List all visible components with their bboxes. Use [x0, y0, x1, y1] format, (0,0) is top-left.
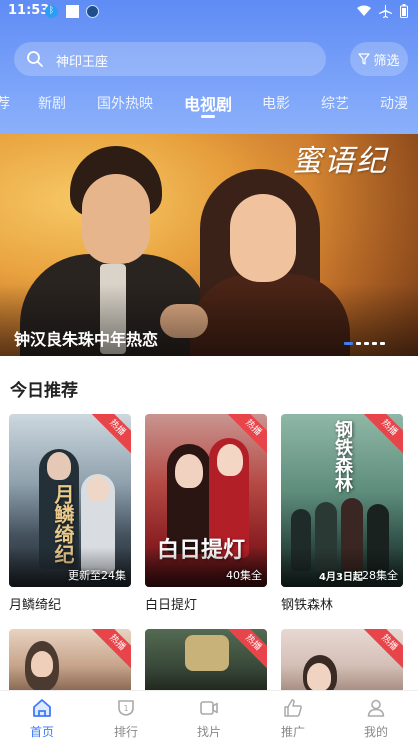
nav-promote[interactable]: 推广 — [251, 691, 335, 743]
banner-caption: 钟汉良朱珠中年热恋 — [14, 330, 159, 349]
ranking-icon: 1 — [118, 700, 134, 716]
nav-label: 排行 — [113, 725, 138, 739]
episode-status: 更新至24集 — [68, 569, 126, 582]
nav-label: 找片 — [196, 725, 221, 739]
nav-profile[interactable]: 我的 — [334, 691, 418, 743]
tab-anime[interactable]: 动漫 — [380, 93, 408, 113]
status-right-icons — [357, 4, 408, 18]
card-title: 月鳞绮纪 — [9, 598, 62, 613]
carousel-dot — [344, 342, 353, 345]
search-input[interactable]: 神印王座 — [14, 42, 326, 76]
poster-image: 热播 — [145, 629, 267, 690]
hot-badge: 热播 — [360, 629, 403, 672]
poster-image: 月鳞绮纪 热播 更新至24集 — [9, 414, 131, 587]
tab-indicator — [201, 115, 215, 118]
filter-label: 筛选 — [373, 53, 400, 69]
header: 11:53 ᛒ 神印王座 筛选 荐 新剧 国外热映 电视剧 电影 综艺 动漫 — [0, 0, 418, 134]
carousel-dots — [344, 342, 385, 345]
hot-badge: 热播 — [88, 629, 131, 672]
tab-foreign[interactable]: 国外热映 — [97, 93, 153, 113]
profile-icon — [367, 699, 385, 717]
search-text: 神印王座 — [56, 55, 109, 70]
poster-image: 白日提灯 热播 40集全 — [145, 414, 267, 587]
banner-carousel[interactable]: 蜜语纪 钟汉良朱珠中年热恋 — [0, 134, 418, 356]
episode-status: 28集全 — [362, 569, 398, 582]
carousel-dot — [372, 342, 377, 345]
battery-icon — [400, 4, 408, 18]
app-icon — [86, 5, 99, 18]
nav-label: 我的 — [363, 725, 388, 739]
filter-button[interactable]: 筛选 — [350, 42, 408, 76]
nav-find[interactable]: 找片 — [167, 691, 251, 743]
square-icon — [66, 5, 79, 18]
hot-badge: 热播 — [224, 629, 267, 672]
nav-ranking[interactable]: 1 排行 — [84, 691, 168, 743]
home-icon — [33, 699, 51, 717]
wifi-icon — [357, 5, 371, 16]
poster-title-art: 钢铁森林 — [332, 420, 353, 492]
nav-label: 推广 — [280, 725, 305, 739]
nav-label: 首页 — [29, 725, 54, 739]
category-tabs: 荐 新剧 国外热映 电视剧 电影 综艺 动漫 — [0, 93, 418, 123]
hot-badge: 热播 — [360, 414, 403, 457]
status-time: 11:53 — [8, 3, 50, 18]
section-title: 今日推荐 — [10, 381, 78, 401]
tab-movie[interactable]: 电影 — [262, 93, 290, 113]
svg-text:1: 1 — [123, 704, 128, 713]
carousel-dot — [380, 342, 385, 345]
card-title: 白日提灯 — [145, 598, 198, 613]
status-bar: 11:53 ᛒ — [0, 0, 418, 24]
nav-home[interactable]: 首页 — [0, 691, 84, 743]
tab-variety[interactable]: 综艺 — [321, 93, 349, 113]
tab-tv[interactable]: 电视剧 — [184, 91, 232, 115]
filter-icon — [358, 53, 371, 65]
tab-new[interactable]: 新剧 — [38, 93, 66, 113]
carousel-dot — [364, 342, 369, 345]
airplane-icon — [379, 4, 392, 18]
search-icon — [27, 51, 43, 67]
carousel-dot — [356, 342, 361, 345]
poster-image: 热播 — [9, 629, 131, 690]
card-title: 钢铁森林 — [281, 598, 334, 613]
banner-logo: 蜜语纪 — [292, 144, 388, 179]
poster-image: 钢铁森林 热播 4月3日起 28集全 — [281, 414, 403, 587]
poster-image: 热播 — [281, 629, 403, 690]
thumbs-up-icon — [284, 699, 302, 717]
episode-status: 40集全 — [226, 569, 262, 582]
video-icon — [200, 701, 218, 715]
hot-badge: 热播 — [88, 414, 131, 457]
tab-recommend[interactable]: 荐 — [0, 93, 10, 113]
release-date: 4月3日起 — [319, 572, 363, 583]
bottom-nav: 首页 1 排行 找片 推广 我的 — [0, 690, 418, 743]
bluetooth-icon: ᛒ — [45, 5, 58, 18]
